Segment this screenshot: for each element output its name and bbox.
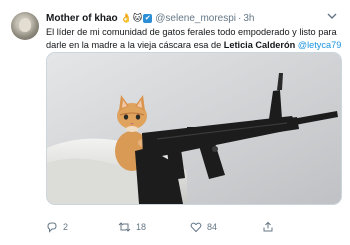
like-button[interactable]: 84 [190,221,262,233]
bold-name[interactable]: Leticia Calderón [224,40,295,50]
user-handle[interactable]: @selene_morespi [155,13,236,24]
tweet-text: El líder de mi comunidad de gatos ferale… [46,26,342,51]
tweet-header: Mother of khao 👌 🐱 ✔ @selene_morespi · 3… [46,13,255,24]
display-name[interactable]: Mother of khao [46,13,118,24]
separator-dot: · [238,13,242,24]
reply-button[interactable]: 2 [46,221,118,233]
ok-hand-emoji: 👌 [120,13,132,23]
timestamp[interactable]: 3h [243,13,254,24]
tweet-actions: 2 18 84 [46,221,336,233]
chevron-down-icon[interactable] [327,12,337,22]
heart-icon [190,222,202,233]
tweet-image[interactable] [46,52,342,205]
avatar[interactable] [11,12,39,40]
tweet[interactable]: Mother of khao 👌 🐱 ✔ @selene_morespi · 3… [0,0,350,245]
retweet-count: 18 [136,222,147,232]
share-button[interactable] [262,221,334,233]
mention-link[interactable]: @letyca79 [298,40,342,50]
reply-count: 2 [63,222,69,232]
checkmark-emoji: ✔ [143,14,153,23]
reply-icon [47,222,57,233]
share-icon [263,221,273,232]
cat-emoji: 🐱 [132,13,143,23]
retweet-button[interactable]: 18 [118,221,190,233]
retweet-icon [118,222,131,232]
like-count: 84 [207,222,218,232]
